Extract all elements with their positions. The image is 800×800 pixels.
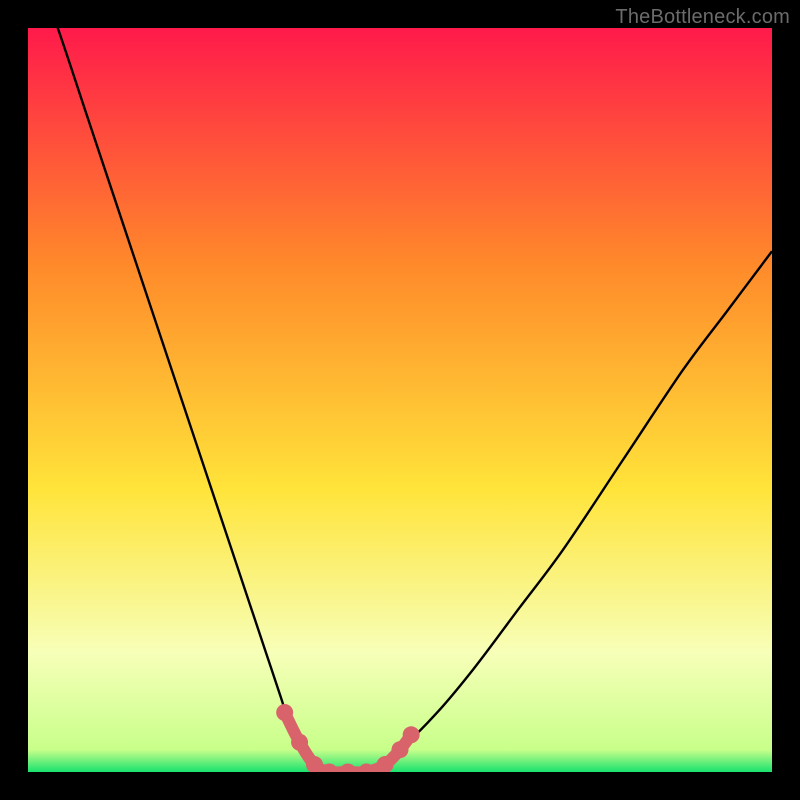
marker-dot	[403, 726, 420, 743]
curve-layer	[28, 28, 772, 772]
marker-dot	[339, 764, 356, 773]
marker-dot	[291, 734, 308, 751]
bottleneck-curve	[28, 28, 772, 772]
marker-dot	[392, 741, 409, 758]
marker-dot	[276, 704, 293, 721]
chart-frame: TheBottleneck.com	[0, 0, 800, 800]
plot-area	[28, 28, 772, 772]
watermark-text: TheBottleneck.com	[615, 6, 790, 29]
marker-group	[276, 704, 419, 772]
